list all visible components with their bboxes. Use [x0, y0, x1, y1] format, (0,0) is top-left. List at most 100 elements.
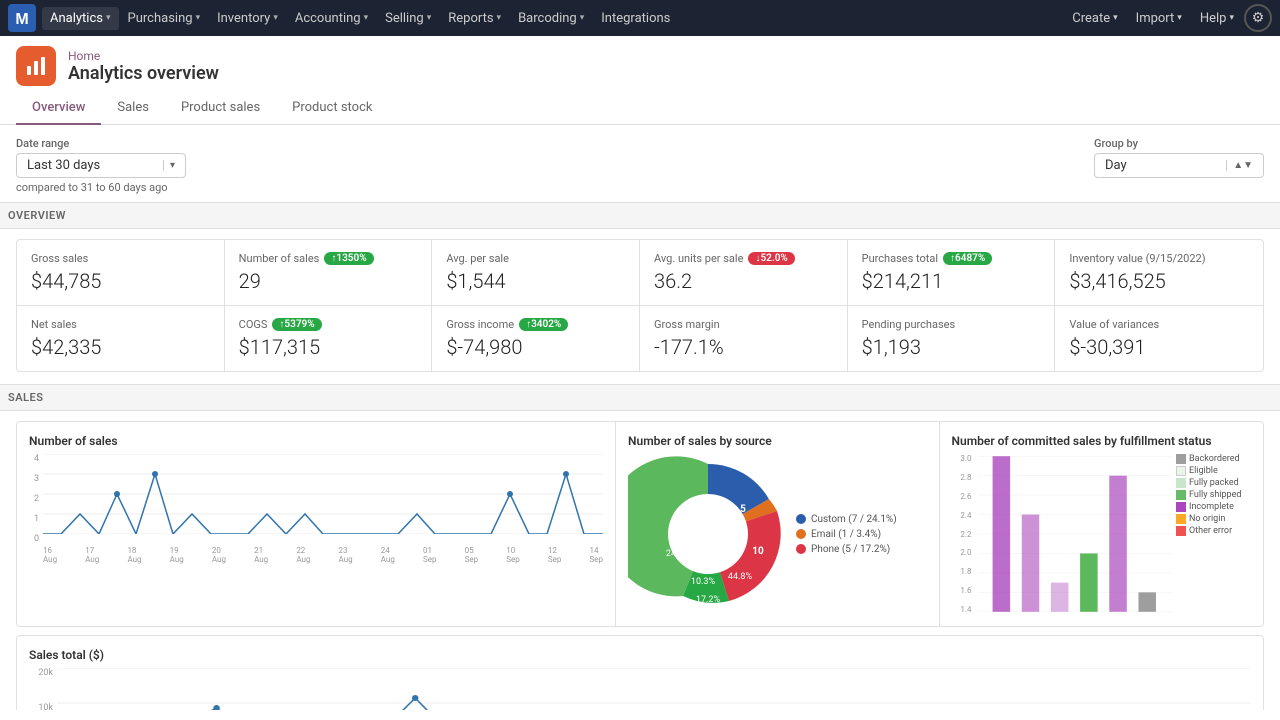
metric-label: Net sales	[31, 318, 210, 331]
caret-icon: ▾	[580, 13, 585, 23]
nav-item-accounting[interactable]: Accounting ▾	[287, 7, 376, 30]
metric-label: COGS ↑5379%	[239, 318, 418, 331]
number-of-sales-chart: Number of sales 43210	[17, 422, 616, 626]
metric-cell-variances: Value of variances $-30,391	[1055, 306, 1263, 371]
sales-total-chart: Sales total ($) 20k10k0k 16 Aug19 Aug22 …	[16, 635, 1264, 710]
metric-label: Avg. per sale	[446, 252, 625, 265]
nav-items: Analytics ▾ Purchasing ▾ Inventory ▾ Acc…	[42, 7, 1064, 30]
filters-row: Date range Last 30 days ▾ compared to 31…	[16, 137, 1264, 194]
donut-chart-svg: 3 10.3% 7 24.1% 10 44.8% 5 17.2%	[628, 454, 788, 614]
bar-chart-svg	[978, 454, 1173, 614]
nav-item-purchasing[interactable]: Purchasing ▾	[120, 7, 209, 30]
metric-cell-avg-units: Avg. units per sale ↓52.0% 36.2	[640, 240, 848, 306]
nav-item-selling[interactable]: Selling ▾	[377, 7, 439, 30]
date-range-select[interactable]: Last 30 days ▾	[16, 153, 186, 178]
badge-3402: ↑3402%	[519, 318, 568, 331]
caret-icon: ▾	[1113, 13, 1118, 23]
metric-value: 36.2	[654, 269, 833, 293]
metric-cell-inventory: Inventory value (9/15/2022) $3,416,525	[1055, 240, 1263, 306]
import-button[interactable]: Import ▾	[1128, 7, 1190, 30]
metric-label: Avg. units per sale ↓52.0%	[654, 252, 833, 265]
metric-value: $3,416,525	[1069, 269, 1249, 293]
chart-title: Number of committed sales by fulfillment…	[952, 434, 1252, 448]
caret-icon: ▾	[1229, 13, 1234, 23]
top-nav: M Analytics ▾ Purchasing ▾ Inventory ▾ A…	[0, 0, 1280, 36]
date-range-value: Last 30 days	[27, 158, 157, 173]
chart-title: Number of sales	[29, 434, 603, 448]
page-header: Home Analytics overview	[0, 36, 1280, 92]
metric-value: $-74,980	[446, 335, 625, 359]
nav-item-reports[interactable]: Reports ▾	[440, 7, 509, 30]
legend-item: Email (1 / 3.4%)	[796, 529, 897, 540]
date-range-label: Date range	[16, 137, 186, 150]
dropdown-arrow-icon: ▲▼	[1226, 160, 1253, 171]
svg-text:5: 5	[740, 504, 746, 515]
caret-icon: ▾	[1177, 13, 1182, 23]
metric-cell-gross-sales: Gross sales $44,785	[17, 240, 225, 306]
settings-button[interactable]: ⚙	[1244, 4, 1272, 32]
svg-text:44.8%: 44.8%	[728, 572, 753, 582]
nav-item-inventory[interactable]: Inventory ▾	[209, 7, 286, 30]
metric-label: Gross margin	[654, 318, 833, 331]
metric-cell-gross-income: Gross income ↑3402% $-74,980	[432, 306, 640, 371]
bar-chart-legend: Backordered Eligible Fully packed Fully …	[1176, 454, 1251, 614]
metric-value: $117,315	[239, 335, 418, 359]
svg-text:10: 10	[752, 546, 764, 557]
tab-product-stock[interactable]: Product stock	[276, 92, 388, 125]
legend-item: Custom (7 / 24.1%)	[796, 514, 897, 525]
app-logo[interactable]: M	[8, 4, 36, 32]
metric-cell-num-sales: Number of sales ↑1350% 29	[225, 240, 433, 306]
donut-legend: Custom (7 / 24.1%) Email (1 / 3.4%) Phon…	[796, 514, 897, 555]
metric-label: Gross income ↑3402%	[446, 318, 625, 331]
help-button[interactable]: Help ▾	[1192, 7, 1242, 30]
sales-by-source-chart: Number of sales by source	[616, 422, 940, 626]
committed-sales-chart: Number of committed sales by fulfillment…	[940, 422, 1264, 626]
compare-text: compared to 31 to 60 days ago	[16, 181, 186, 194]
metric-value: $-30,391	[1069, 335, 1249, 359]
metric-value: $44,785	[31, 269, 210, 293]
breadcrumb[interactable]: Home	[68, 49, 219, 63]
metric-cell-gross-margin: Gross margin -177.1%	[640, 306, 848, 371]
nav-item-analytics[interactable]: Analytics ▾	[42, 7, 119, 30]
chart-title: Sales total ($)	[29, 648, 1251, 662]
sales-line-chart-svg	[57, 668, 1251, 710]
group-by-label: Group by	[1094, 137, 1264, 150]
caret-icon: ▾	[273, 13, 278, 23]
badge-6487: ↑6487%	[943, 252, 992, 265]
badge-1350: ↑1350%	[324, 252, 373, 265]
overview-section-header: OVERVIEW	[0, 202, 1280, 229]
svg-text:10.3%: 10.3%	[691, 577, 716, 587]
line-chart-svg	[43, 454, 603, 534]
nav-right: Create ▾ Import ▾ Help ▾ ⚙	[1064, 4, 1272, 32]
nav-item-barcoding[interactable]: Barcoding ▾	[510, 7, 592, 30]
tab-overview[interactable]: Overview	[16, 92, 101, 125]
caret-icon: ▾	[106, 13, 111, 23]
legend-item: Phone (5 / 17.2%)	[796, 544, 897, 555]
tab-product-sales[interactable]: Product sales	[165, 92, 276, 125]
metric-cell-avg-per-sale: Avg. per sale $1,544	[432, 240, 640, 306]
page-title: Analytics overview	[68, 63, 219, 84]
badge-52: ↓52.0%	[748, 252, 794, 265]
line-chart-area: 43210	[29, 454, 603, 564]
metric-label: Value of variances	[1069, 318, 1249, 331]
metric-label: Gross sales	[31, 252, 210, 265]
svg-text:3: 3	[730, 516, 736, 529]
metric-value: $42,335	[31, 335, 210, 359]
chart-title: Number of sales by source	[628, 434, 927, 448]
svg-text:M: M	[15, 11, 28, 28]
metric-value: $214,211	[862, 269, 1041, 293]
app-icon	[16, 46, 56, 86]
group-by-select[interactable]: Day ▲▼	[1094, 153, 1264, 178]
metric-cell-pending: Pending purchases $1,193	[848, 306, 1056, 371]
metric-cell-cogs: COGS ↑5379% $117,315	[225, 306, 433, 371]
metric-cell-purchases: Purchases total ↑6487% $214,211	[848, 240, 1056, 306]
tab-sales[interactable]: Sales	[101, 92, 165, 125]
svg-text:7: 7	[675, 536, 681, 547]
metric-value: -177.1%	[654, 335, 833, 359]
nav-item-integrations[interactable]: Integrations	[593, 7, 678, 30]
create-button[interactable]: Create ▾	[1064, 7, 1125, 30]
main-content: Date range Last 30 days ▾ compared to 31…	[0, 125, 1280, 710]
svg-text:24.1%: 24.1%	[666, 549, 691, 559]
caret-icon: ▾	[427, 13, 432, 23]
metric-label: Number of sales ↑1350%	[239, 252, 418, 265]
